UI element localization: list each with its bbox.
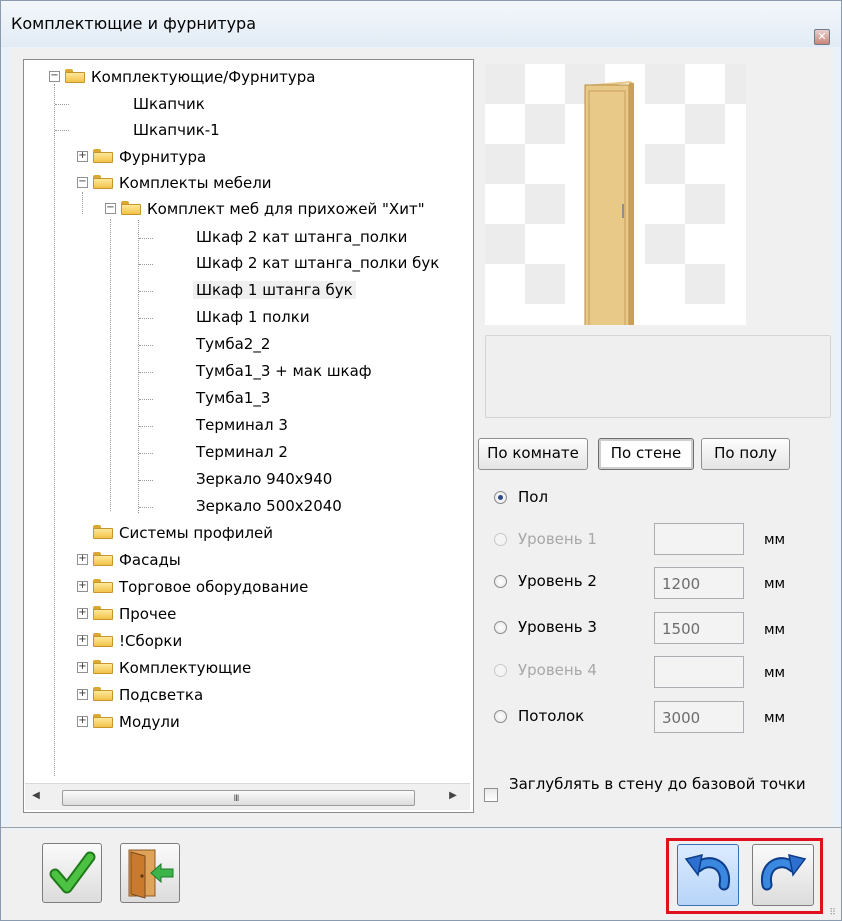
tree-node-folder[interactable]: − Комплекты мебели <box>66 172 366 194</box>
deepen-checkbox-label[interactable]: Заглублять в стену до базовой точки <box>509 774 809 794</box>
unit-label: мм <box>764 576 786 592</box>
radio-button[interactable] <box>494 491 507 504</box>
unit-label: мм <box>764 665 786 681</box>
exit-door-icon <box>128 849 174 899</box>
window-title: Комплектющие и фурнитура <box>11 14 256 33</box>
tree-node-root[interactable]: − Комплектующие/Фурнитура <box>38 66 438 88</box>
component-tree[interactable]: − Комплектующие/Фурнитура Шкапчик Шкапчи… <box>23 59 474 813</box>
scroll-right-icon[interactable]: ▶ <box>448 791 458 801</box>
checkmark-icon <box>49 851 96 894</box>
tree-node-folder[interactable]: + Комплектующие <box>66 657 366 679</box>
tree-node-folder[interactable]: Системы профилей <box>66 522 366 544</box>
tree-node-folder[interactable]: + Прочее <box>66 603 366 625</box>
folder-icon <box>93 714 113 728</box>
unit-label: мм <box>764 532 786 548</box>
expand-icon[interactable]: + <box>77 554 88 565</box>
expand-icon[interactable]: + <box>77 581 88 592</box>
expand-icon[interactable]: + <box>77 635 88 646</box>
folder-open-icon <box>121 201 141 215</box>
collapse-icon[interactable]: − <box>49 71 60 82</box>
folder-icon <box>93 687 113 701</box>
exit-button[interactable] <box>120 843 180 903</box>
radio-button[interactable] <box>494 575 507 588</box>
title-bar: Комплектющие и фурнитура <box>1 1 841 47</box>
collapse-icon[interactable]: − <box>105 203 116 214</box>
radio-button[interactable] <box>494 664 507 677</box>
tree-node-folder[interactable]: − Комплект меб для прихожей "Хит" <box>94 198 473 220</box>
tab-by-floor[interactable]: По полу <box>701 438 790 470</box>
close-button[interactable]: ✕ <box>814 29 830 45</box>
deepen-checkbox[interactable] <box>484 788 498 802</box>
expand-icon[interactable]: + <box>77 716 88 727</box>
tree-node-folder[interactable]: + Модули <box>66 711 366 733</box>
tree-node-label: Комплектующие/Фурнитура <box>91 68 316 86</box>
tree-node-folder[interactable]: + Фурнитура <box>66 146 366 168</box>
radio-button[interactable] <box>494 621 507 634</box>
wardrobe-icon <box>584 81 634 325</box>
level-4-input[interactable] <box>654 656 744 688</box>
folder-icon <box>93 579 113 593</box>
unit-label: мм <box>764 622 786 638</box>
unit-label: мм <box>764 710 786 726</box>
folder-open-icon <box>93 175 113 189</box>
resize-grip-icon[interactable]: ⠿ <box>829 909 836 918</box>
highlight-frame <box>666 838 823 914</box>
description-box <box>485 335 831 418</box>
tree-node-folder[interactable]: + Фасады <box>66 549 366 571</box>
folder-icon <box>93 660 113 674</box>
grip-icon: III <box>233 794 240 804</box>
tab-by-wall[interactable]: По стене <box>598 438 694 470</box>
radio-button[interactable] <box>494 533 507 546</box>
folder-icon <box>93 525 113 539</box>
level-3-input[interactable]: 1500 <box>654 612 744 644</box>
folder-icon <box>93 149 113 163</box>
level-1-input[interactable] <box>654 523 744 555</box>
expand-icon[interactable]: + <box>77 689 88 700</box>
scroll-left-icon[interactable]: ◀ <box>31 791 41 801</box>
radio-button[interactable] <box>494 710 507 723</box>
folder-icon <box>93 606 113 620</box>
tree-horizontal-scrollbar[interactable]: ◀ III ▶ <box>25 783 470 810</box>
collapse-icon[interactable]: − <box>77 177 88 188</box>
folder-icon <box>93 552 113 566</box>
tree-node-folder[interactable]: + Подсветка <box>66 684 366 706</box>
item-preview-image <box>485 64 746 325</box>
ceiling-input[interactable]: 3000 <box>654 701 744 733</box>
level-2-input[interactable]: 1200 <box>654 567 744 599</box>
expand-icon[interactable]: + <box>77 662 88 673</box>
tab-by-room[interactable]: По комнате <box>478 438 588 470</box>
expand-icon[interactable]: + <box>77 608 88 619</box>
folder-open-icon <box>65 69 85 83</box>
dialog-window: Комплектющие и фурнитура ✕ − Комплектующ… <box>0 0 842 921</box>
ok-button[interactable] <box>42 843 102 903</box>
expand-icon[interactable]: + <box>77 151 88 162</box>
scrollbar-thumb[interactable]: III <box>62 790 415 806</box>
tree-node-folder[interactable]: + !Сборки <box>66 630 366 652</box>
tree-node-folder[interactable]: + Торговое оборудование <box>66 576 366 598</box>
folder-icon <box>93 633 113 647</box>
